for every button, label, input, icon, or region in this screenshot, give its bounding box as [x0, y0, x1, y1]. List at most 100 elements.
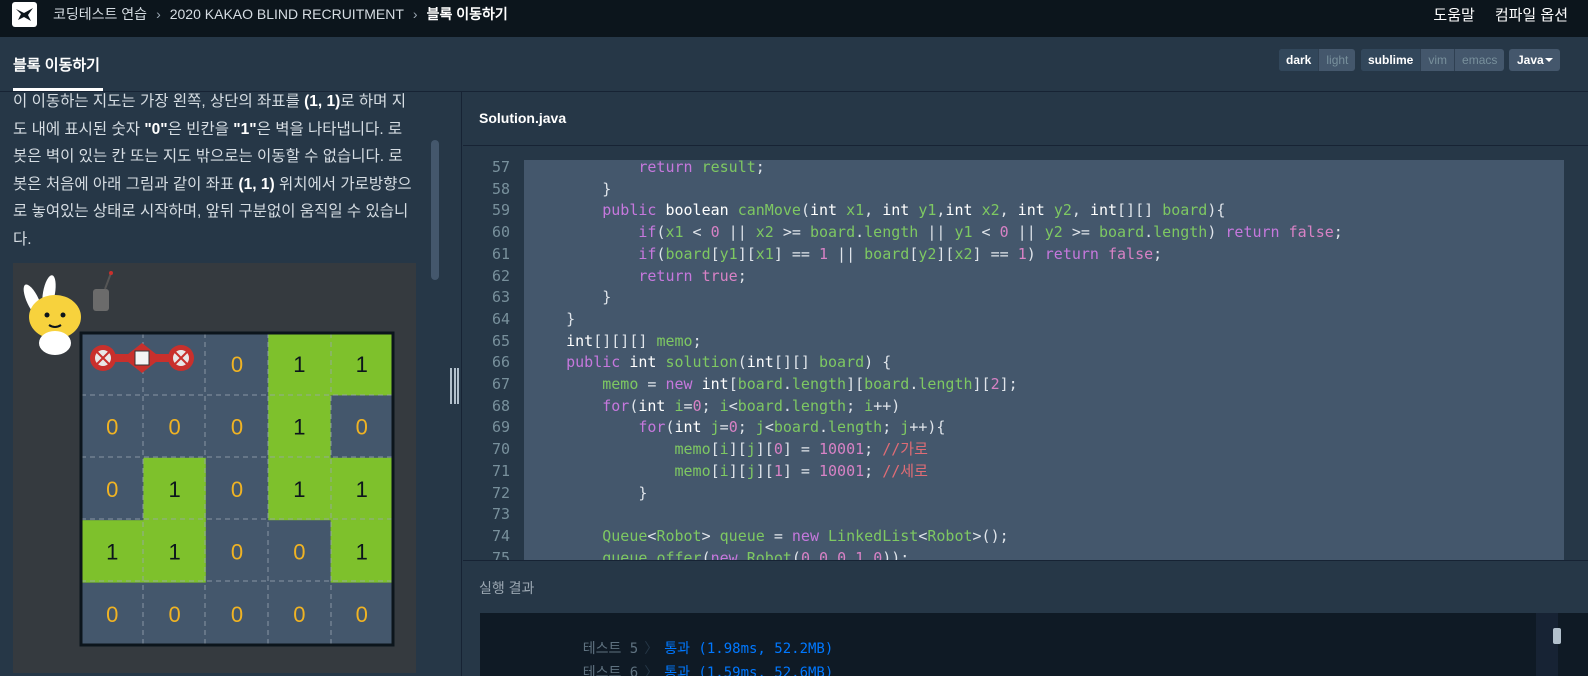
- keymap-emacs-button[interactable]: emacs: [1454, 49, 1504, 71]
- code-editor[interactable]: 57 return result; 58 } 59 public boolean c…: [463, 146, 1588, 560]
- chevron-right-icon: ›: [156, 6, 161, 22]
- code-text: public boolean canMove(int x1, int y1,in…: [602, 201, 1226, 220]
- keymap-vim-button[interactable]: vim: [1420, 49, 1454, 71]
- code-text: }: [530, 309, 576, 328]
- line-number: 66: [491, 353, 510, 372]
- code-text: memo[i][j][0] = 10001; //가로: [674, 440, 928, 459]
- code-text: for(int i=0; i<board.length; i++): [602, 396, 901, 415]
- code-line[interactable]: 62 return true;: [463, 265, 747, 287]
- board-cell-digit: 1: [168, 539, 180, 564]
- line-number: 60: [491, 223, 510, 242]
- top-nav: 코딩테스트 연습 › 2020 KAKAO BLIND RECRUITMENT …: [0, 0, 1588, 37]
- breadcrumb-item-current: 블록 이동하기: [426, 6, 508, 22]
- result-row: 테스트 5 〉 통과 (1.98ms, 52.2MB): [549, 613, 834, 657]
- code-text: return true;: [638, 266, 747, 285]
- code-text: }: [530, 483, 648, 502]
- code-line[interactable]: 71 memo[i][j][1] = 10001; //세로: [463, 460, 928, 482]
- code-line[interactable]: 65 int[][][] memo;: [463, 330, 702, 352]
- breadcrumb: 코딩테스트 연습 › 2020 KAKAO BLIND RECRUITMENT …: [53, 0, 508, 28]
- splitter-grip-icon[interactable]: [450, 368, 459, 404]
- language-select-value: Java: [1517, 53, 1544, 67]
- chevron-right-icon: ›: [412, 6, 418, 22]
- description-line: 도 내에 표시된 숫자 "0"은 빈칸을 "1"은 벽을 나타냅니다. 로: [13, 120, 403, 138]
- line-number: 71: [491, 461, 510, 480]
- line-number: 62: [491, 266, 510, 285]
- result-title: 실행 결과: [479, 580, 535, 596]
- code-text: queue.offer(new Robot(0,0,0,1,0));: [602, 548, 910, 560]
- code-line[interactable]: 72 }: [463, 482, 647, 504]
- code-line[interactable]: 73: [463, 503, 510, 525]
- line-number: 74: [491, 526, 510, 545]
- editor-scrollbar[interactable]: [1564, 146, 1588, 560]
- code-text: if(board[y1][x1] == 1 || board[y2][x2] =…: [638, 244, 1163, 263]
- code-line[interactable]: 57 return result;: [463, 156, 765, 178]
- board-cell-digit: 0: [106, 602, 118, 627]
- board-cell-digit: 0: [231, 602, 243, 627]
- line-number: 70: [491, 440, 510, 459]
- theme-dark-button[interactable]: dark: [1279, 49, 1319, 71]
- board-cell-digit: 0: [231, 415, 243, 440]
- board-cell-digit: 1: [356, 477, 368, 502]
- robot-icon: [90, 343, 194, 373]
- line-number: 65: [491, 331, 510, 350]
- code-text: Queue<Robot> queue = new LinkedList<Robo…: [602, 526, 1009, 545]
- line-number: 59: [491, 201, 510, 220]
- editor-header: Solution.java: [463, 92, 1588, 146]
- code-line[interactable]: 70 memo[i][j][0] = 10001; //가로: [463, 438, 928, 460]
- board-cell-digit: 1: [106, 539, 118, 564]
- compile-options-link[interactable]: 컴파일 옵션: [1495, 4, 1568, 25]
- description-line: 봇은 처음에 아래 그림과 같이 좌표 (1, 1) 위치에서 가로방향으: [13, 175, 412, 193]
- result-scrollbar[interactable]: [1536, 613, 1558, 676]
- board-cell-digit: 1: [168, 477, 180, 502]
- line-number: 64: [491, 309, 510, 328]
- board-cell-digit: 0: [356, 415, 368, 440]
- language-select[interactable]: Java: [1509, 49, 1560, 71]
- code-text: int[][][] memo;: [566, 331, 702, 350]
- code-line[interactable]: 75 queue.offer(new Robot(0,0,0,1,0));: [463, 547, 909, 560]
- line-number: 75: [491, 548, 510, 560]
- result-panel[interactable]: 테스트 5 〉 통과 (1.98ms, 52.2MB) 테스트 6 〉 통과 (1.59…: [480, 613, 1588, 676]
- description-line: 다.: [13, 230, 32, 248]
- code-text: return result;: [638, 158, 765, 176]
- line-number: 73: [491, 505, 510, 524]
- board-cell-digit: 0: [356, 602, 368, 627]
- line-number: 69: [491, 418, 510, 437]
- code-line[interactable]: 69 for(int j=0; j<board.length; j++){: [463, 416, 946, 438]
- board-illustration: 0 1 1 0 0 0 1 0 0 1 0 1 1 1 1 0 0 1 0 0 0 0 0: [23, 271, 395, 647]
- line-number: 63: [491, 288, 510, 307]
- board-cell-digit: 1: [356, 352, 368, 377]
- board-cell-digit: 0: [106, 477, 118, 502]
- result-scrollbar-thumb[interactable]: [1553, 628, 1561, 644]
- code-line[interactable]: 60 if(x1 < 0 || x2 >= board.length || y1…: [463, 221, 1343, 243]
- code-text: }: [530, 179, 612, 198]
- board-figure: 0 1 1 0 0 0 1 0 0 1 0 1 1 1 1 0 0 1 0 0 0 0 0: [13, 263, 416, 673]
- keymap-sublime-button[interactable]: sublime: [1361, 49, 1421, 71]
- code-line[interactable]: 64 }: [463, 308, 575, 330]
- board-cell-digit: 0: [293, 539, 305, 564]
- breadcrumb-item-contest[interactable]: 2020 KAKAO BLIND RECRUITMENT: [170, 6, 404, 22]
- board-cell-digit: 0: [168, 415, 180, 440]
- problem-description-panel[interactable]: 이 이동하는 지도는 가장 왼쪽, 상단의 좌표를 (1, 1)로 하며 지 도…: [0, 92, 440, 676]
- code-line[interactable]: 58 }: [463, 178, 611, 200]
- breadcrumb-item-practice[interactable]: 코딩테스트 연습: [53, 4, 147, 24]
- file-name: Solution.java: [479, 110, 567, 126]
- code-line[interactable]: 66 public int solution(int[][] board) {: [463, 351, 891, 373]
- code-line[interactable]: 61 if(board[y1][x1] == 1 || board[y2][x2…: [463, 243, 1162, 265]
- board-cell-digit: 1: [293, 415, 305, 440]
- code-line[interactable]: 67 memo = new int[board.length][board.le…: [463, 373, 1018, 395]
- code-line[interactable]: 63 }: [463, 286, 611, 308]
- code-line[interactable]: 74 Queue<Robot> queue = new LinkedList<R…: [463, 525, 1009, 547]
- help-link[interactable]: 도움말: [1433, 4, 1474, 25]
- theme-light-button[interactable]: light: [1318, 49, 1355, 71]
- code-text: memo[i][j][1] = 10001; //세로: [674, 461, 928, 480]
- board-cell-digit: 0: [231, 352, 243, 377]
- code-line[interactable]: 59 public boolean canMove(int x1, int y1…: [463, 199, 1225, 221]
- board-cell-digit: 0: [231, 539, 243, 564]
- description-scrollbar[interactable]: [431, 140, 439, 280]
- line-number: 72: [491, 483, 510, 502]
- programmers-logo[interactable]: [12, 2, 37, 27]
- board-cell-digit: 1: [356, 539, 368, 564]
- code-line[interactable]: 68 for(int i=0; i<board.length; i++): [463, 395, 900, 417]
- description-line: 봇은 벽이 있는 칸 또는 지도 밖으로는 이동할 수 없습니다. 로: [13, 148, 403, 165]
- board-cell-digit: 0: [168, 602, 180, 627]
